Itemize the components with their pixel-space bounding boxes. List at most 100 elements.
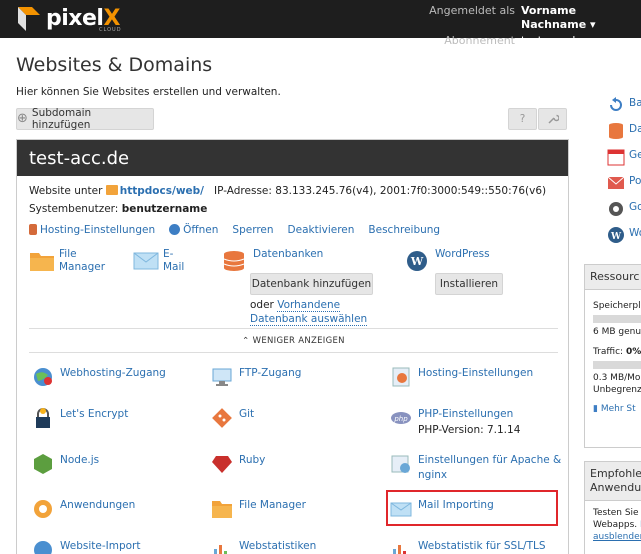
- action-description[interactable]: Beschreibung: [368, 224, 440, 236]
- backup-icon: [610, 97, 622, 111]
- webhosting-access-icon: [34, 368, 52, 386]
- highlight-frame: [386, 490, 558, 526]
- account-info: Angemeldet als Vorname Nachname ▾ Abonne…: [415, 4, 631, 48]
- page-description: Hier können Sie Websites erstellen und v…: [16, 86, 281, 98]
- git-icon: [212, 408, 232, 428]
- user-menu[interactable]: Vorname Nachname ▾: [521, 4, 631, 32]
- tool-apache-nginx[interactable]: Einstellungen für Apache & nginx: [390, 453, 561, 487]
- settings-button[interactable]: [538, 108, 567, 130]
- divider: [29, 352, 558, 353]
- tool-git[interactable]: Git: [211, 407, 371, 431]
- sidebar-link-5[interactable]: Go: [607, 200, 641, 216]
- plus-icon: ⊕: [17, 111, 28, 126]
- add-subdomain-button[interactable]: ⊕ Subdomain hinzufügen: [16, 107, 154, 131]
- ip-address: 83.133.245.76(v4), 2001:7f0:3000:549::55…: [275, 185, 547, 197]
- resources-title: Ressourc: [585, 265, 641, 290]
- logo-subtitle: CLOUD: [99, 27, 122, 33]
- hosting-settings-icon: [29, 224, 37, 235]
- domain-name: test-acc.de: [17, 140, 568, 176]
- action-open[interactable]: Öffnen: [169, 224, 218, 236]
- system-user-info: Systembenutzer: benutzername: [29, 203, 208, 215]
- sidebar-link-2[interactable]: Da: [607, 122, 641, 139]
- statistics-icon: [214, 545, 227, 554]
- lock-icon: [36, 408, 50, 428]
- action-disable[interactable]: Deaktivieren: [288, 224, 355, 236]
- tool-php-settings[interactable]: php PHP-Einstellungen PHP-Version: 7.1.1…: [390, 407, 560, 441]
- docroot-link[interactable]: httpdocs/web/: [120, 185, 204, 197]
- tool-ftp-access[interactable]: FTP-Zugang: [211, 366, 371, 390]
- storage-bar: [593, 315, 641, 323]
- quick-file-manager[interactable]: File Manager: [29, 248, 119, 288]
- help-button[interactable]: ?: [508, 108, 537, 130]
- tool-website-import[interactable]: Website-Import: [32, 539, 192, 554]
- quick-email[interactable]: E-Mail: [133, 248, 193, 288]
- folder-icon: [212, 501, 232, 518]
- folder-icon: [105, 185, 118, 195]
- tool-applications[interactable]: Anwendungen: [32, 498, 192, 522]
- traffic-info: Traffic: 0%: [593, 347, 641, 357]
- ruby-icon: [212, 456, 232, 473]
- page-title: Websites & Domains: [16, 54, 213, 76]
- hide-link[interactable]: ausblenden: [593, 532, 641, 542]
- chevron-down-icon: ▾: [590, 18, 596, 31]
- sidebar-link-1[interactable]: Ba: [607, 96, 641, 112]
- ftp-icon: [212, 368, 232, 386]
- apache-nginx-icon: [391, 455, 410, 473]
- website-import-icon: [34, 541, 52, 554]
- logo[interactable]: pixelX CLOUD: [18, 5, 128, 33]
- statistics-icon: [393, 545, 406, 554]
- sidebar-link-3[interactable]: Ge: [607, 148, 641, 166]
- recommended-text: Testen Sie d: [593, 508, 641, 518]
- tool-webhosting-access[interactable]: Webhosting-Zugang: [32, 366, 192, 390]
- action-hosting-settings[interactable]: Hosting-Einstellungen: [29, 224, 155, 236]
- recommended-title: Empfohle Anwendu: [585, 462, 641, 501]
- website-info: Website unter httpdocs/web/ IP-Adresse: …: [29, 185, 547, 197]
- envelope-icon: [133, 252, 159, 270]
- show-less-toggle[interactable]: ⌃ WENIGER ANZEIGEN: [17, 336, 570, 346]
- tool-webstats-ssl[interactable]: Webstatistik für SSL/TLS: [390, 539, 560, 554]
- wrench-icon: [547, 114, 559, 124]
- action-suspend[interactable]: Sperren: [232, 224, 273, 236]
- tool-file-manager[interactable]: File Manager: [211, 498, 371, 522]
- storage-value: 6 MB genu: [593, 327, 641, 337]
- tool-ruby[interactable]: Ruby: [211, 453, 371, 477]
- tool-hosting-settings[interactable]: Hosting-Einstellungen: [390, 366, 560, 390]
- storage-label: Speicherpla: [593, 301, 641, 311]
- globe-icon: [169, 224, 181, 235]
- divider: [29, 328, 558, 329]
- install-wordpress-button[interactable]: Installieren: [435, 273, 503, 295]
- traffic-detail: 0.3 MB/Mo: [593, 373, 641, 383]
- recommended-box: EmpfohleAnwendu Testen Sie d Webapps. D …: [584, 461, 641, 554]
- databases-link[interactable]: Datenbanken: [253, 248, 323, 261]
- calendar-icon: [607, 149, 625, 166]
- subscription-value[interactable]: test-acc.de: [521, 34, 631, 48]
- domain-actions: Hosting-Einstellungen Öffnen Sperren Dea…: [29, 224, 440, 236]
- traffic-detail-2: Unbegrenzt: [593, 385, 641, 395]
- svg-text:W: W: [610, 232, 622, 242]
- php-version: PHP-Version: 7.1.14: [418, 424, 521, 436]
- more-stats-link[interactable]: ▮ Mehr St: [593, 404, 636, 414]
- chart-icon: ▮: [593, 404, 598, 414]
- subscription-label: Abonnement: [444, 34, 515, 47]
- traffic-bar: [593, 361, 641, 369]
- system-user: benutzername: [121, 203, 208, 215]
- logged-in-label: Angemeldet als: [429, 4, 515, 17]
- domain-panel: test-acc.de Website unter httpdocs/web/ …: [16, 139, 569, 554]
- add-database-button[interactable]: Datenbank hinzufügen: [250, 273, 373, 295]
- svg-text:W: W: [410, 255, 424, 268]
- tool-letsencrypt[interactable]: Let's Encrypt: [32, 407, 192, 437]
- folder-icon: [30, 253, 54, 271]
- tool-webstats[interactable]: Webstatistiken: [211, 539, 371, 554]
- recommended-text-2: Webapps. D: [593, 520, 641, 530]
- sidebar-link-6[interactable]: W Wo: [607, 226, 641, 243]
- database-icon: [609, 123, 623, 139]
- help-icon: ?: [519, 113, 526, 125]
- sidebar-link-4[interactable]: Po: [607, 174, 641, 190]
- existing-database-text: oder Vorhandene Datenbank auswählen: [250, 299, 368, 326]
- tool-nodejs[interactable]: Node.js: [32, 453, 192, 477]
- logo-mark-icon: [18, 7, 40, 31]
- mail-icon: [607, 176, 625, 189]
- google-icon: [609, 202, 623, 216]
- top-bar: pixelX CLOUD Angemeldet als Vorname Nach…: [0, 0, 641, 47]
- wordpress-icon: W: [407, 251, 427, 271]
